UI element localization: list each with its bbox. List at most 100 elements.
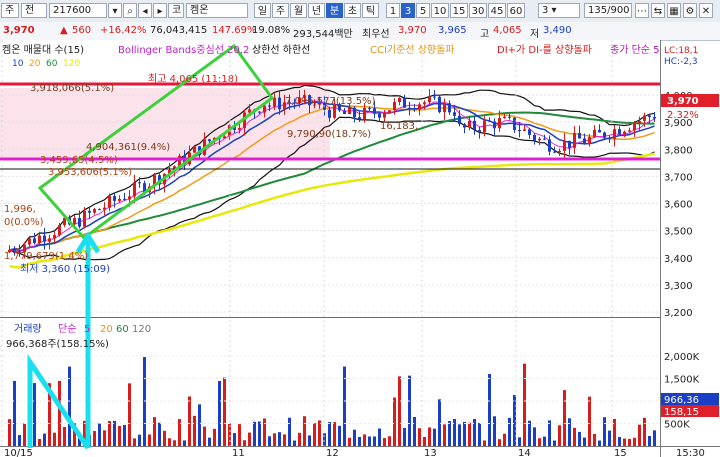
volume-bar — [548, 420, 551, 446]
volume-bar — [433, 428, 436, 446]
interval-button-5[interactable]: 5 — [416, 3, 430, 18]
interval-button-10[interactable]: 10 — [431, 3, 449, 18]
candle-body — [223, 136, 226, 139]
candle-body — [648, 115, 651, 117]
trade-amount: 293,544백만 — [293, 29, 353, 40]
volume-bar — [233, 433, 236, 446]
volume-bar — [363, 434, 366, 446]
volume-bar — [503, 433, 506, 446]
magnifier-icon[interactable]: ⌕ — [123, 3, 137, 18]
volume-bar — [213, 428, 216, 446]
settings-icon[interactable]: ⚙ — [683, 3, 697, 18]
volume-bar — [58, 380, 61, 446]
candle-body — [583, 138, 586, 145]
period-button-0[interactable]: 일 — [254, 3, 271, 18]
candle-body — [618, 129, 621, 135]
volume-bar — [118, 425, 121, 446]
close-icon[interactable]: ✕ — [699, 3, 713, 18]
period-button-4[interactable]: 분 — [326, 3, 343, 18]
grid-icon[interactable]: ▦ — [667, 3, 681, 18]
candle-body — [638, 120, 641, 124]
volume-bar — [478, 423, 481, 446]
candle-body — [393, 101, 396, 111]
search-icon[interactable]: ▾ — [108, 3, 122, 18]
volume-profile-label: 9,790,90(18.7%) — [287, 129, 371, 140]
volume-ratio: 147.69% — [212, 25, 257, 36]
type-select[interactable]: 전 — [21, 3, 47, 18]
volume-bar — [413, 416, 416, 446]
volume-profile-label: 3,953,606(5.1%) — [48, 167, 132, 178]
chart-legend-main: 켐온 매물대 수(15) — [2, 44, 84, 56]
period-button-2[interactable]: 월 — [290, 3, 307, 18]
candle-body — [428, 96, 431, 103]
volume-bar — [218, 381, 221, 446]
volume-bar — [23, 423, 26, 446]
volume-bar — [53, 432, 56, 446]
candle-body — [383, 113, 386, 118]
period-button-6[interactable]: 틱 — [362, 3, 379, 18]
period-button-3[interactable]: 년 — [308, 3, 325, 18]
next-icon[interactable]: ▸ — [153, 3, 167, 18]
candle-body — [28, 238, 31, 245]
volume-bar — [308, 435, 311, 446]
candle-body — [453, 112, 456, 116]
volume-bar — [443, 424, 446, 446]
price-tick: 3,600 — [664, 200, 693, 211]
candle-body — [548, 139, 551, 152]
volume-bar — [333, 422, 336, 446]
interval-button-30[interactable]: 30 — [469, 3, 487, 18]
period-button-1[interactable]: 주 — [272, 3, 289, 18]
volume-bar — [133, 438, 136, 446]
candle-body — [563, 140, 566, 151]
period-button-5[interactable]: 초 — [344, 3, 361, 18]
price-axis-ticks: 4,0003,9003,8003,7003,6003,5003,4003,300… — [664, 91, 693, 319]
ma-period-10: 10 — [12, 59, 24, 69]
candle-body — [83, 210, 86, 227]
candle-body — [593, 130, 596, 138]
volume-bar — [383, 438, 386, 446]
interval-button-45[interactable]: 45 — [488, 3, 506, 18]
volume-bar — [13, 380, 16, 446]
turnover-percent: 19.08% — [252, 25, 291, 36]
count-field[interactable]: 135/900 — [584, 3, 632, 18]
candle-body — [348, 107, 351, 114]
interval-button-15[interactable]: 15 — [450, 3, 468, 18]
candle-body — [633, 123, 636, 131]
low-label: 저 — [530, 29, 540, 40]
candle-body — [413, 108, 416, 110]
ma-period-60: 60 — [46, 59, 58, 69]
high-label: 고 — [480, 29, 490, 40]
interval-button-1[interactable]: 1 — [386, 3, 400, 18]
candle-body — [43, 235, 46, 242]
price-panel — [0, 40, 660, 317]
candle-body — [33, 238, 36, 244]
interval-select[interactable]: 3 ▾ — [538, 3, 580, 18]
prev-icon[interactable]: ◂ — [138, 3, 152, 18]
candle-body — [403, 97, 406, 108]
stock-name-field[interactable]: 켐온 — [186, 3, 248, 18]
candle-body — [363, 107, 366, 120]
volume-bar — [353, 429, 356, 446]
high-value: 4,065 — [493, 25, 522, 36]
volume-profile-label: 16,183, — [380, 121, 418, 132]
price-tick: 3,300 — [664, 281, 693, 292]
volume-bar — [38, 438, 41, 446]
market-select[interactable]: 주 — [1, 3, 19, 18]
volume-bar — [458, 424, 461, 446]
time-label: 15 — [614, 448, 627, 457]
stock-code-input[interactable]: 217600 — [49, 3, 107, 18]
candle-body — [528, 129, 531, 135]
stock-chart[interactable]: 켐온 매물대 수(15) Bollinger Bands중심선 20,2 상한선… — [0, 40, 720, 457]
candle-body — [558, 150, 561, 153]
candle-body — [273, 97, 276, 107]
interval-button-3[interactable]: 3 — [401, 3, 415, 18]
volume-bar — [18, 435, 21, 446]
link-icon[interactable]: ⇆ — [651, 3, 665, 18]
candle-body — [518, 129, 521, 131]
volume-bar — [113, 420, 116, 446]
candle-body — [93, 209, 96, 213]
more-icon[interactable]: ⋯ — [635, 3, 649, 18]
volume-bar — [173, 440, 176, 446]
candle-body — [458, 115, 461, 125]
interval-button-60[interactable]: 60 — [507, 3, 525, 18]
